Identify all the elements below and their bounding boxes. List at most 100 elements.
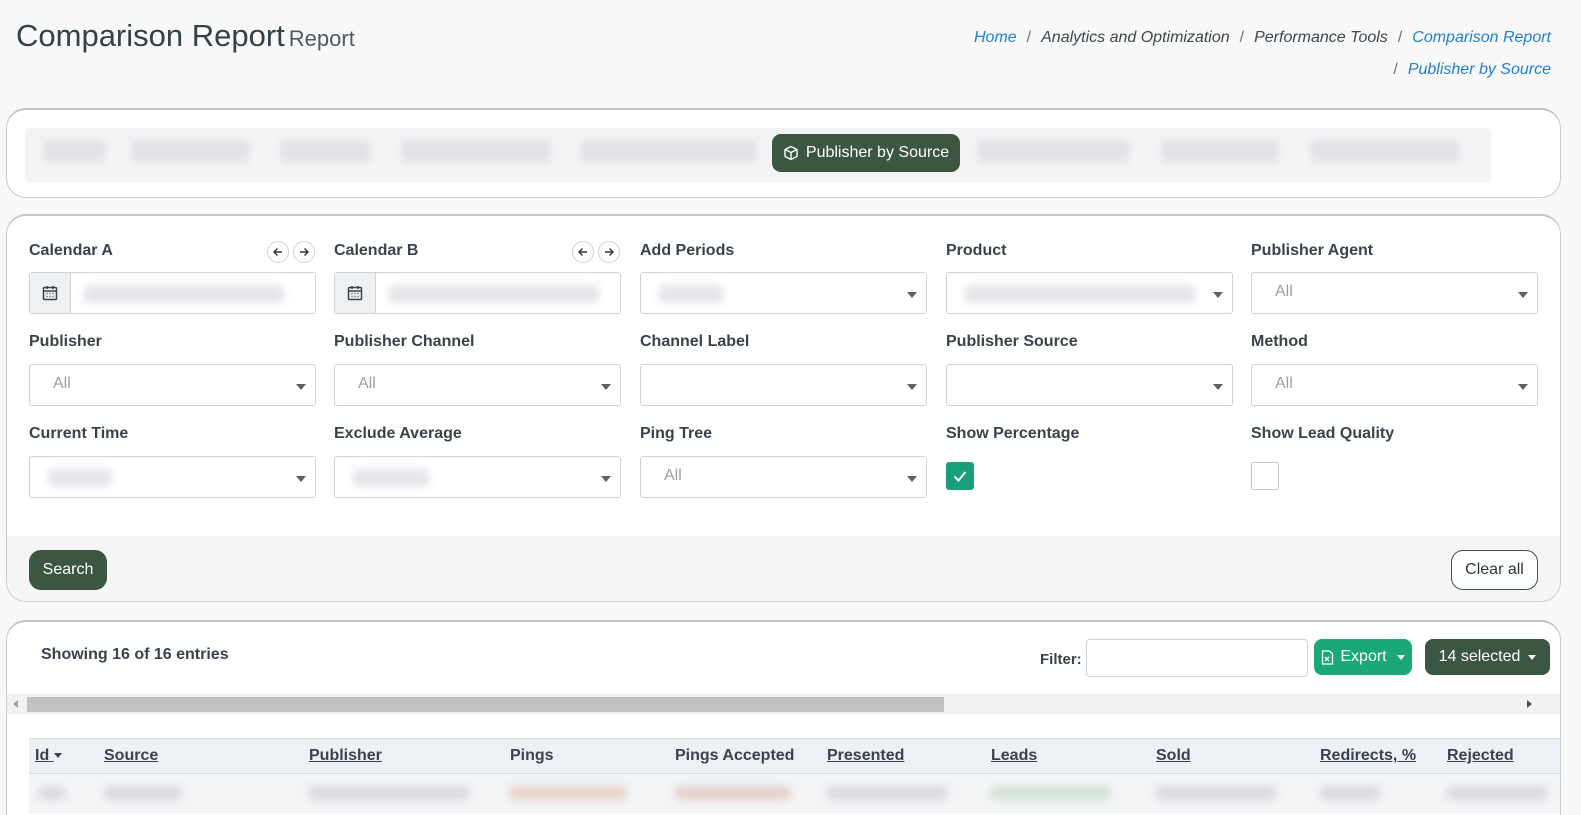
filter-label: Filter:: [1040, 651, 1082, 668]
method-select[interactable]: All: [1251, 364, 1538, 406]
show-percentage-checkbox[interactable]: [946, 462, 974, 490]
breadcrumb-home[interactable]: Home: [974, 29, 1017, 46]
scroll-left-icon[interactable]: [13, 700, 18, 708]
current-time-value: [48, 469, 112, 487]
chevron-down-icon: [907, 476, 917, 482]
clear-all-button[interactable]: Clear all: [1451, 550, 1538, 590]
page-title: Comparison Report Report: [16, 18, 355, 53]
calendar-a-next-button[interactable]: [293, 241, 315, 263]
channel-label-label: Channel Label: [640, 333, 750, 350]
chevron-down-icon: [1213, 292, 1223, 298]
table-cell: [39, 786, 65, 800]
table-cell: [1320, 786, 1380, 800]
ping-tree-select[interactable]: All: [640, 456, 927, 498]
chevron-down-icon: [601, 384, 611, 390]
check-icon: [953, 471, 967, 482]
sort-desc-icon: [53, 753, 62, 759]
table-cell: [309, 786, 469, 800]
column-header-sold[interactable]: Sold: [1156, 747, 1191, 765]
filter-input[interactable]: [1086, 639, 1308, 677]
tab-blurred[interactable]: [1161, 140, 1279, 162]
breadcrumb-separator: /: [1393, 61, 1398, 78]
current-time-label: Current Time: [29, 425, 129, 442]
tab-blurred[interactable]: [280, 140, 370, 162]
ping-tree-value: All: [664, 467, 682, 484]
breadcrumb-performance-tools: Performance Tools: [1254, 29, 1388, 46]
filters-card: Calendar A Calendar B Add Periods Produc…: [6, 214, 1561, 602]
results-card: Showing 16 of 16 entries Filter: Export …: [6, 620, 1561, 815]
page-subtitle: Report: [288, 26, 355, 51]
calendar-a-prev-button[interactable]: [267, 241, 289, 263]
show-lead-quality-checkbox[interactable]: [1251, 462, 1279, 490]
channel-label-select[interactable]: [640, 364, 927, 406]
chevron-down-icon: [1528, 654, 1537, 660]
exclude-average-label: Exclude Average: [334, 425, 462, 442]
add-periods-select[interactable]: [640, 272, 927, 314]
publisher-agent-value: All: [1275, 283, 1293, 300]
chevron-down-icon: [1518, 384, 1528, 390]
breadcrumb-analytics: Analytics and Optimization: [1041, 29, 1230, 46]
product-select[interactable]: [946, 272, 1233, 314]
column-select-button[interactable]: 14 selected: [1425, 639, 1550, 675]
calendar-b-prev-button[interactable]: [572, 241, 594, 263]
arrow-right-icon: [605, 248, 614, 256]
column-header-redirects[interactable]: Redirects, %: [1320, 747, 1416, 765]
calendar-a-input[interactable]: [29, 272, 316, 314]
column-header-leads[interactable]: Leads: [991, 747, 1037, 765]
tab-blurred[interactable]: [581, 140, 757, 162]
publisher-channel-value: All: [358, 375, 376, 392]
export-button[interactable]: Export: [1314, 639, 1412, 675]
column-header-pings[interactable]: Pings: [510, 747, 554, 765]
column-header-publisher[interactable]: Publisher: [309, 747, 382, 765]
arrow-right-icon: [300, 248, 309, 256]
calendar-b-input[interactable]: [334, 272, 621, 314]
exclude-average-select[interactable]: [334, 456, 621, 498]
breadcrumb-comparison-report[interactable]: Comparison Report: [1412, 29, 1551, 46]
table-cell: [675, 786, 791, 800]
tab-publisher-by-source[interactable]: Publisher by Source: [772, 134, 960, 172]
column-header-presented[interactable]: Presented: [827, 747, 904, 765]
exclude-average-value: [353, 469, 429, 487]
tab-label: Publisher by Source: [805, 144, 950, 161]
tab-blurred[interactable]: [131, 140, 249, 162]
scrollbar-thumb[interactable]: [27, 697, 944, 712]
calendar-a-nav: [267, 241, 315, 263]
current-time-select[interactable]: [29, 456, 316, 498]
calendar-b-next-button[interactable]: [598, 241, 620, 263]
column-header-pings-accepted[interactable]: Pings Accepted: [675, 747, 794, 765]
chevron-down-icon: [601, 476, 611, 482]
chevron-down-icon: [296, 476, 306, 482]
product-label: Product: [946, 242, 1007, 259]
table-cell: [827, 786, 947, 800]
tab-blurred[interactable]: [401, 140, 551, 162]
publisher-value: All: [53, 375, 71, 392]
excel-file-icon: [1322, 649, 1334, 665]
publisher-source-select[interactable]: [946, 364, 1233, 406]
calendar-b-nav: [572, 241, 620, 263]
chevron-down-icon: [1518, 292, 1528, 298]
scroll-right-icon[interactable]: [1527, 700, 1532, 708]
method-value: All: [1275, 375, 1293, 392]
search-button[interactable]: Search: [29, 550, 107, 590]
tab-blurred[interactable]: [977, 140, 1129, 162]
horizontal-scrollbar[interactable]: [7, 694, 1560, 714]
calendar-icon: [335, 273, 376, 313]
breadcrumb-publisher-by-source[interactable]: Publisher by Source: [1408, 61, 1551, 78]
calendar-icon: [30, 273, 71, 313]
product-value: [965, 285, 1195, 303]
publisher-source-label: Publisher Source: [946, 333, 1078, 350]
column-header-id[interactable]: Id: [35, 747, 62, 765]
publisher-channel-select[interactable]: All: [334, 364, 621, 406]
column-header-source[interactable]: Source: [104, 747, 158, 765]
tab-blurred[interactable]: [43, 140, 105, 162]
column-select-label: 14 selected: [1438, 648, 1521, 665]
publisher-select[interactable]: All: [29, 364, 316, 406]
publisher-agent-select[interactable]: All: [1251, 272, 1538, 314]
add-periods-label: Add Periods: [640, 242, 735, 259]
cube-icon: [784, 145, 798, 161]
table-row[interactable]: [29, 774, 1560, 814]
publisher-label: Publisher: [29, 333, 102, 350]
tab-blurred[interactable]: [1311, 140, 1459, 162]
export-label: Export: [1340, 648, 1387, 665]
column-header-rejected[interactable]: Rejected: [1447, 747, 1514, 765]
